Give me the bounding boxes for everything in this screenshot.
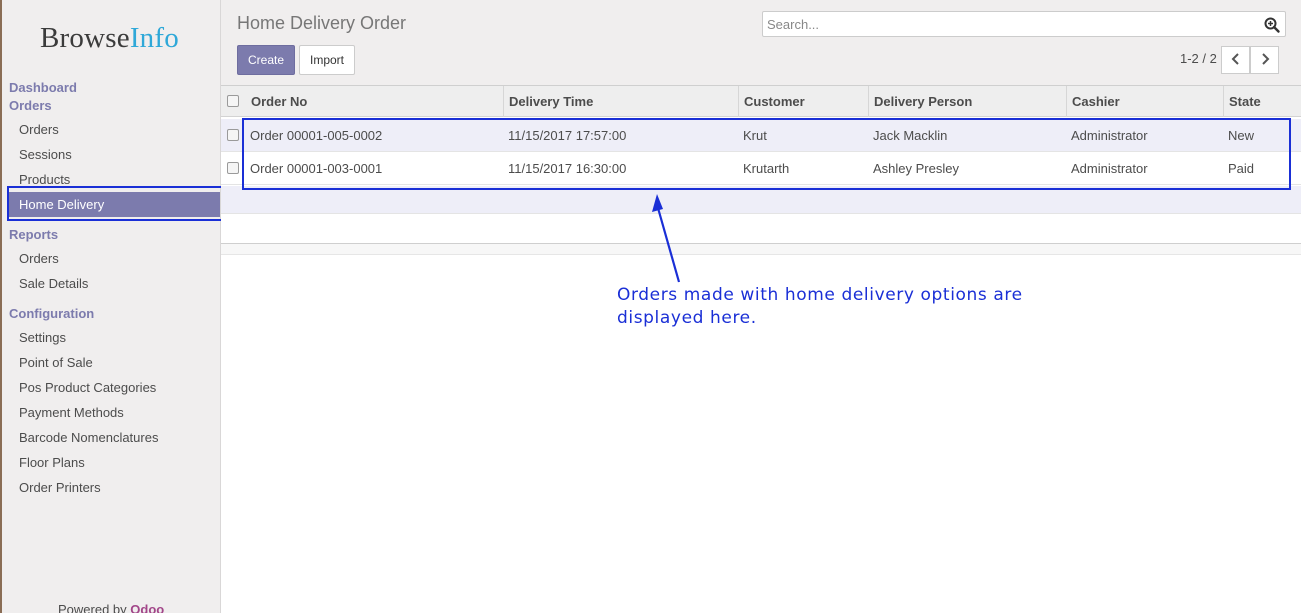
column-customer[interactable]: Customer <box>744 86 805 117</box>
empty-row <box>221 186 1301 214</box>
annotation-arrow-icon <box>652 194 681 283</box>
sidebar-item-barcode-nomenclatures[interactable]: Barcode Nomenclatures <box>19 430 158 446</box>
row-checkbox[interactable] <box>227 162 239 174</box>
odoo-link[interactable]: Odoo <box>130 602 164 613</box>
sidebar-item-order-printers[interactable]: Order Printers <box>19 480 101 496</box>
pager-value[interactable]: 1-2 / 2 <box>1180 51 1217 67</box>
sidebar-item-point-of-sale[interactable]: Point of Sale <box>19 355 93 371</box>
menu-dashboard[interactable]: Dashboard <box>9 80 77 96</box>
annotation-highlight-rows <box>242 118 1291 190</box>
annotation-text: Orders made with home delivery options a… <box>617 285 1023 328</box>
annotation-highlight-menu <box>7 186 225 221</box>
row-checkbox[interactable] <box>227 129 239 141</box>
sidebar-item-pos-product-categories[interactable]: Pos Product Categories <box>19 380 156 396</box>
column-separator <box>1223 86 1224 117</box>
column-separator <box>1066 86 1067 117</box>
pager-prev-button[interactable] <box>1221 46 1250 74</box>
sidebar-item-report-orders[interactable]: Orders <box>19 251 59 267</box>
create-button[interactable]: Create <box>237 45 295 75</box>
sidebar-item-settings[interactable]: Settings <box>19 330 66 346</box>
sidebar-item-payment-methods[interactable]: Payment Methods <box>19 405 124 421</box>
table-header: Order No Delivery Time Customer Delivery… <box>221 86 1301 117</box>
logo-text-browse: Browse <box>40 22 130 54</box>
table-footer <box>221 243 1301 255</box>
sidebar-item-floor-plans[interactable]: Floor Plans <box>19 455 85 471</box>
menu-section-configuration[interactable]: Configuration <box>9 306 94 322</box>
powered-by-text: Powered by <box>58 602 131 613</box>
powered-by: Powered by Odoo <box>58 602 164 613</box>
column-separator <box>738 86 739 117</box>
menu-section-orders[interactable]: Orders <box>9 98 52 114</box>
search-icon[interactable] <box>1263 16 1281 34</box>
select-all-checkbox[interactable] <box>227 95 239 107</box>
menu-section-reports[interactable]: Reports <box>9 227 58 243</box>
column-state[interactable]: State <box>1229 86 1261 117</box>
chevron-left-icon <box>1231 52 1241 68</box>
column-order-no[interactable]: Order No <box>251 86 307 117</box>
chevron-right-icon <box>1260 52 1270 68</box>
control-panel: Home Delivery Order Create Import 1-2 / … <box>221 0 1301 86</box>
sidebar-item-sale-details[interactable]: Sale Details <box>19 276 88 292</box>
sidebar-item-sessions[interactable]: Sessions <box>19 147 72 163</box>
sidebar-item-orders[interactable]: Orders <box>19 122 59 138</box>
pager-next-button[interactable] <box>1250 46 1279 74</box>
column-separator <box>503 86 504 117</box>
column-delivery-time[interactable]: Delivery Time <box>509 86 593 117</box>
empty-row <box>221 214 1301 243</box>
search-box[interactable] <box>762 11 1286 37</box>
brand-logo[interactable]: BrowseInfo <box>40 20 179 56</box>
column-separator <box>868 86 869 117</box>
column-cashier[interactable]: Cashier <box>1072 86 1120 117</box>
sidebar: BrowseInfo Dashboard Orders Orders Sessi… <box>0 0 221 613</box>
search-input[interactable] <box>767 15 1247 33</box>
page-title: Home Delivery Order <box>237 13 407 33</box>
column-delivery-person[interactable]: Delivery Person <box>874 86 972 117</box>
import-button[interactable]: Import <box>299 45 355 75</box>
logo-text-info: Info <box>129 22 179 54</box>
